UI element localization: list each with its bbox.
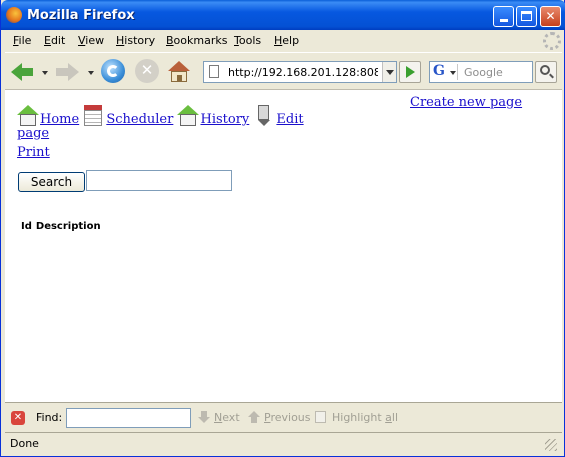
menu-bookmarks-label: ookmarks: [173, 34, 228, 47]
menu-file[interactable]: File: [13, 34, 31, 47]
find-next-accel: N: [214, 411, 223, 424]
search-input[interactable]: [86, 170, 232, 191]
menu-view-label: iew: [85, 34, 105, 47]
browser-window: Mozilla Firefox ✕ File Edit View History…: [0, 0, 565, 457]
status-text: Done: [10, 437, 39, 450]
menu-tools[interactable]: Tools: [234, 34, 261, 47]
minimize-button[interactable]: [493, 6, 514, 27]
stop-icon: ✕: [140, 61, 154, 79]
navigation-toolbar: ✕ http://192.168.201.128:8080/ G Google: [5, 52, 562, 90]
close-button[interactable]: ✕: [540, 6, 561, 27]
history-link[interactable]: History: [200, 112, 249, 127]
find-next-button[interactable]: Next: [214, 411, 240, 424]
find-input[interactable]: [66, 408, 191, 428]
menu-tools-label: ools: [238, 34, 262, 47]
home-button[interactable]: [167, 59, 193, 85]
find-previous-button[interactable]: Previous: [264, 411, 311, 424]
menu-bookmarks[interactable]: Bookmarks: [166, 34, 227, 47]
find-previous-label: revious: [270, 411, 311, 424]
menu-edit[interactable]: Edit: [44, 34, 65, 47]
go-button[interactable]: [399, 61, 421, 83]
menu-view[interactable]: View: [78, 34, 104, 47]
home-link[interactable]: Home: [40, 112, 79, 127]
reload-button[interactable]: [101, 59, 125, 83]
window-title: Mozilla Firefox: [27, 8, 135, 23]
home-door-icon: [177, 75, 182, 82]
web-search-box[interactable]: G Google: [429, 61, 533, 83]
search-engine-selector[interactable]: G: [432, 63, 458, 80]
forward-history-dropdown-icon[interactable]: [88, 71, 94, 75]
chevron-down-icon: [450, 71, 456, 75]
create-new-page-link[interactable]: Create new page: [410, 95, 522, 110]
column-header-description: Description: [35, 221, 101, 232]
scheduler-link[interactable]: Scheduler: [106, 112, 173, 127]
find-previous-arrow-icon: [248, 411, 260, 424]
back-button[interactable]: [9, 59, 35, 85]
search-button[interactable]: Search: [18, 172, 85, 192]
reload-icon: [107, 65, 119, 77]
find-bar-close-icon[interactable]: ✕: [11, 411, 25, 425]
calendar-icon[interactable]: [83, 105, 105, 127]
find-bar: ✕ Find: Next Previous Highlight all: [5, 402, 562, 432]
maximize-icon: [521, 11, 532, 21]
results-table-header: Id Description: [21, 221, 105, 232]
print-link[interactable]: Print: [17, 145, 50, 160]
menu-history-label: istory: [124, 34, 156, 47]
throbber-icon: [543, 32, 561, 50]
resize-grip-icon[interactable]: [545, 439, 557, 451]
search-placeholder[interactable]: Google: [464, 66, 503, 79]
menu-edit-accel: E: [44, 34, 51, 47]
highlight-accel: a: [385, 411, 392, 424]
page-icon: [209, 65, 219, 78]
highlight-label-rest: ll: [391, 411, 399, 424]
home-house-icon[interactable]: [17, 105, 39, 127]
url-bar[interactable]: http://192.168.201.128:8080/: [203, 61, 397, 83]
find-label: Find:: [36, 411, 63, 424]
back-history-dropdown-icon[interactable]: [42, 71, 48, 75]
highlight-icon: [315, 411, 326, 423]
close-icon: ✕: [545, 9, 556, 23]
pencil-icon[interactable]: [253, 105, 275, 127]
find-next-label: ext: [222, 411, 240, 424]
menu-file-label: ile: [18, 34, 32, 47]
menu-help-label: elp: [282, 34, 300, 47]
url-history-dropdown[interactable]: [382, 62, 396, 82]
magnifier-handle-icon: [549, 73, 554, 79]
stop-button[interactable]: ✕: [135, 59, 159, 83]
highlight-label-pre: Highlight: [332, 411, 386, 424]
maximize-button[interactable]: [516, 6, 537, 27]
find-next-arrow-icon: [198, 411, 210, 424]
status-bar: Done: [5, 432, 562, 453]
menu-help[interactable]: Help: [274, 34, 299, 47]
menu-history[interactable]: History: [116, 34, 155, 47]
forward-button[interactable]: [55, 59, 81, 85]
minimize-icon: [499, 19, 508, 22]
firefox-logo-icon: [6, 7, 22, 23]
menu-bar: File Edit View History Bookmarks Tools H…: [5, 30, 562, 52]
column-header-id: Id: [21, 221, 32, 232]
highlight-all-button[interactable]: Highlight all: [332, 411, 398, 424]
chevron-down-icon: [386, 70, 394, 75]
menu-bookmarks-accel: B: [166, 34, 174, 47]
url-text[interactable]: http://192.168.201.128:8080/: [228, 66, 378, 79]
go-arrow-icon: [406, 66, 415, 78]
title-bar[interactable]: Mozilla Firefox ✕: [1, 0, 565, 30]
menu-edit-label: dit: [50, 34, 66, 47]
google-icon: G: [433, 63, 445, 79]
page-content: Create new page Home Scheduler History E…: [5, 90, 562, 402]
home-roof-icon: [168, 61, 190, 71]
history-house-icon[interactable]: [177, 105, 200, 127]
page-nav: Home Scheduler History Edit page: [17, 105, 307, 141]
web-search-button[interactable]: [535, 61, 557, 83]
